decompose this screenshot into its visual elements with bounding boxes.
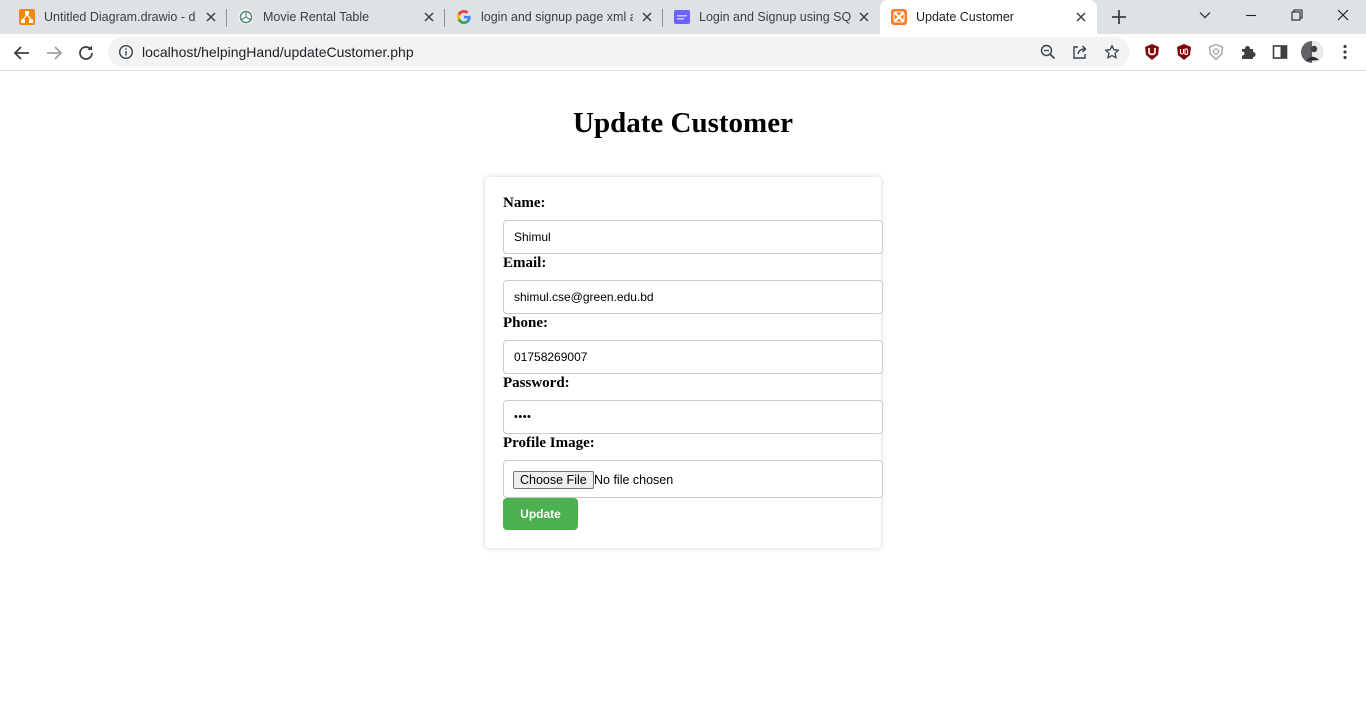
file-status-text: No file chosen xyxy=(594,473,674,487)
tab-title: Movie Rental Table xyxy=(263,10,370,24)
password-field[interactable]: •••• xyxy=(503,400,883,434)
tab-login-signup[interactable]: Login and Signup using SQLit xyxy=(663,0,880,34)
drawio-icon xyxy=(19,9,35,25)
tab-title: Login and Signup using SQLit xyxy=(699,10,851,24)
ublock-origin-icon[interactable] xyxy=(1175,43,1193,61)
shield-icon[interactable] xyxy=(1207,43,1225,61)
back-arrow-icon[interactable] xyxy=(11,42,33,64)
tab-title: Update Customer xyxy=(916,10,1014,24)
minimize-button[interactable] xyxy=(1228,0,1274,34)
share-icon[interactable] xyxy=(1072,44,1088,60)
forward-arrow-icon[interactable] xyxy=(43,42,65,64)
chatgpt-icon xyxy=(238,9,254,25)
browser-tab-strip: Untitled Diagram.drawio - dr Movie Renta… xyxy=(0,0,1366,34)
close-icon xyxy=(1337,9,1349,21)
profile-avatar-icon[interactable] xyxy=(1300,40,1324,64)
close-icon[interactable] xyxy=(1074,10,1088,24)
email-field[interactable]: shimul.cse@green.edu.bd xyxy=(503,280,883,314)
new-tab-icon[interactable] xyxy=(1109,7,1129,27)
update-button[interactable]: Update xyxy=(503,498,578,530)
close-icon[interactable] xyxy=(640,10,654,24)
close-window-button[interactable] xyxy=(1320,0,1366,34)
email-label: Email: xyxy=(503,255,547,271)
tab-movie-rental[interactable]: Movie Rental Table xyxy=(227,0,444,34)
tab-google-search[interactable]: login and signup page xml ar xyxy=(445,0,662,34)
minimize-icon xyxy=(1246,14,1256,17)
puzzle-piece-icon[interactable] xyxy=(1239,43,1257,61)
tab-title: Untitled Diagram.drawio - dr xyxy=(44,10,196,24)
close-icon[interactable] xyxy=(422,10,436,24)
phone-label: Phone: xyxy=(503,315,548,331)
reload-icon[interactable] xyxy=(75,42,97,64)
profile-image-label: Profile Image: xyxy=(503,435,595,451)
side-panel-icon[interactable] xyxy=(1271,43,1289,61)
tab-drawio[interactable]: Untitled Diagram.drawio - dr xyxy=(8,0,226,34)
bookmark-star-icon[interactable] xyxy=(1104,44,1120,60)
chevron-down-icon xyxy=(1199,12,1211,19)
page-title: Update Customer xyxy=(573,107,793,139)
extension-u-icon[interactable] xyxy=(1143,43,1161,61)
phone-field[interactable]: 01758269007 xyxy=(503,340,883,374)
zoom-out-icon[interactable] xyxy=(1040,44,1056,60)
more-menu-icon[interactable] xyxy=(1336,43,1354,61)
close-icon[interactable] xyxy=(857,10,871,24)
name-label: Name: xyxy=(503,195,546,211)
address-bar[interactable]: localhost/helpingHand/updateCustomer.php xyxy=(108,37,1130,67)
restore-button[interactable] xyxy=(1274,0,1320,34)
restore-icon xyxy=(1291,9,1303,21)
choose-file-button[interactable]: Choose File xyxy=(513,471,594,489)
xampp-icon xyxy=(891,9,907,25)
site-icon xyxy=(674,10,690,24)
update-customer-form: Name: Shimul Email: shimul.cse@green.edu… xyxy=(485,177,883,548)
tab-update-customer[interactable]: Update Customer xyxy=(880,0,1097,34)
url-text: localhost/helpingHand/updateCustomer.php xyxy=(142,44,414,60)
google-icon xyxy=(457,10,471,24)
close-icon[interactable] xyxy=(204,10,218,24)
password-label: Password: xyxy=(503,375,570,391)
profile-image-file-input: Choose File No file chosen xyxy=(503,460,883,498)
browser-toolbar: localhost/helpingHand/updateCustomer.php xyxy=(0,34,1366,71)
tab-search-button[interactable] xyxy=(1182,0,1228,34)
tab-title: login and signup page xml ar xyxy=(481,10,633,24)
info-icon[interactable] xyxy=(118,44,134,60)
name-field[interactable]: Shimul xyxy=(503,220,883,254)
